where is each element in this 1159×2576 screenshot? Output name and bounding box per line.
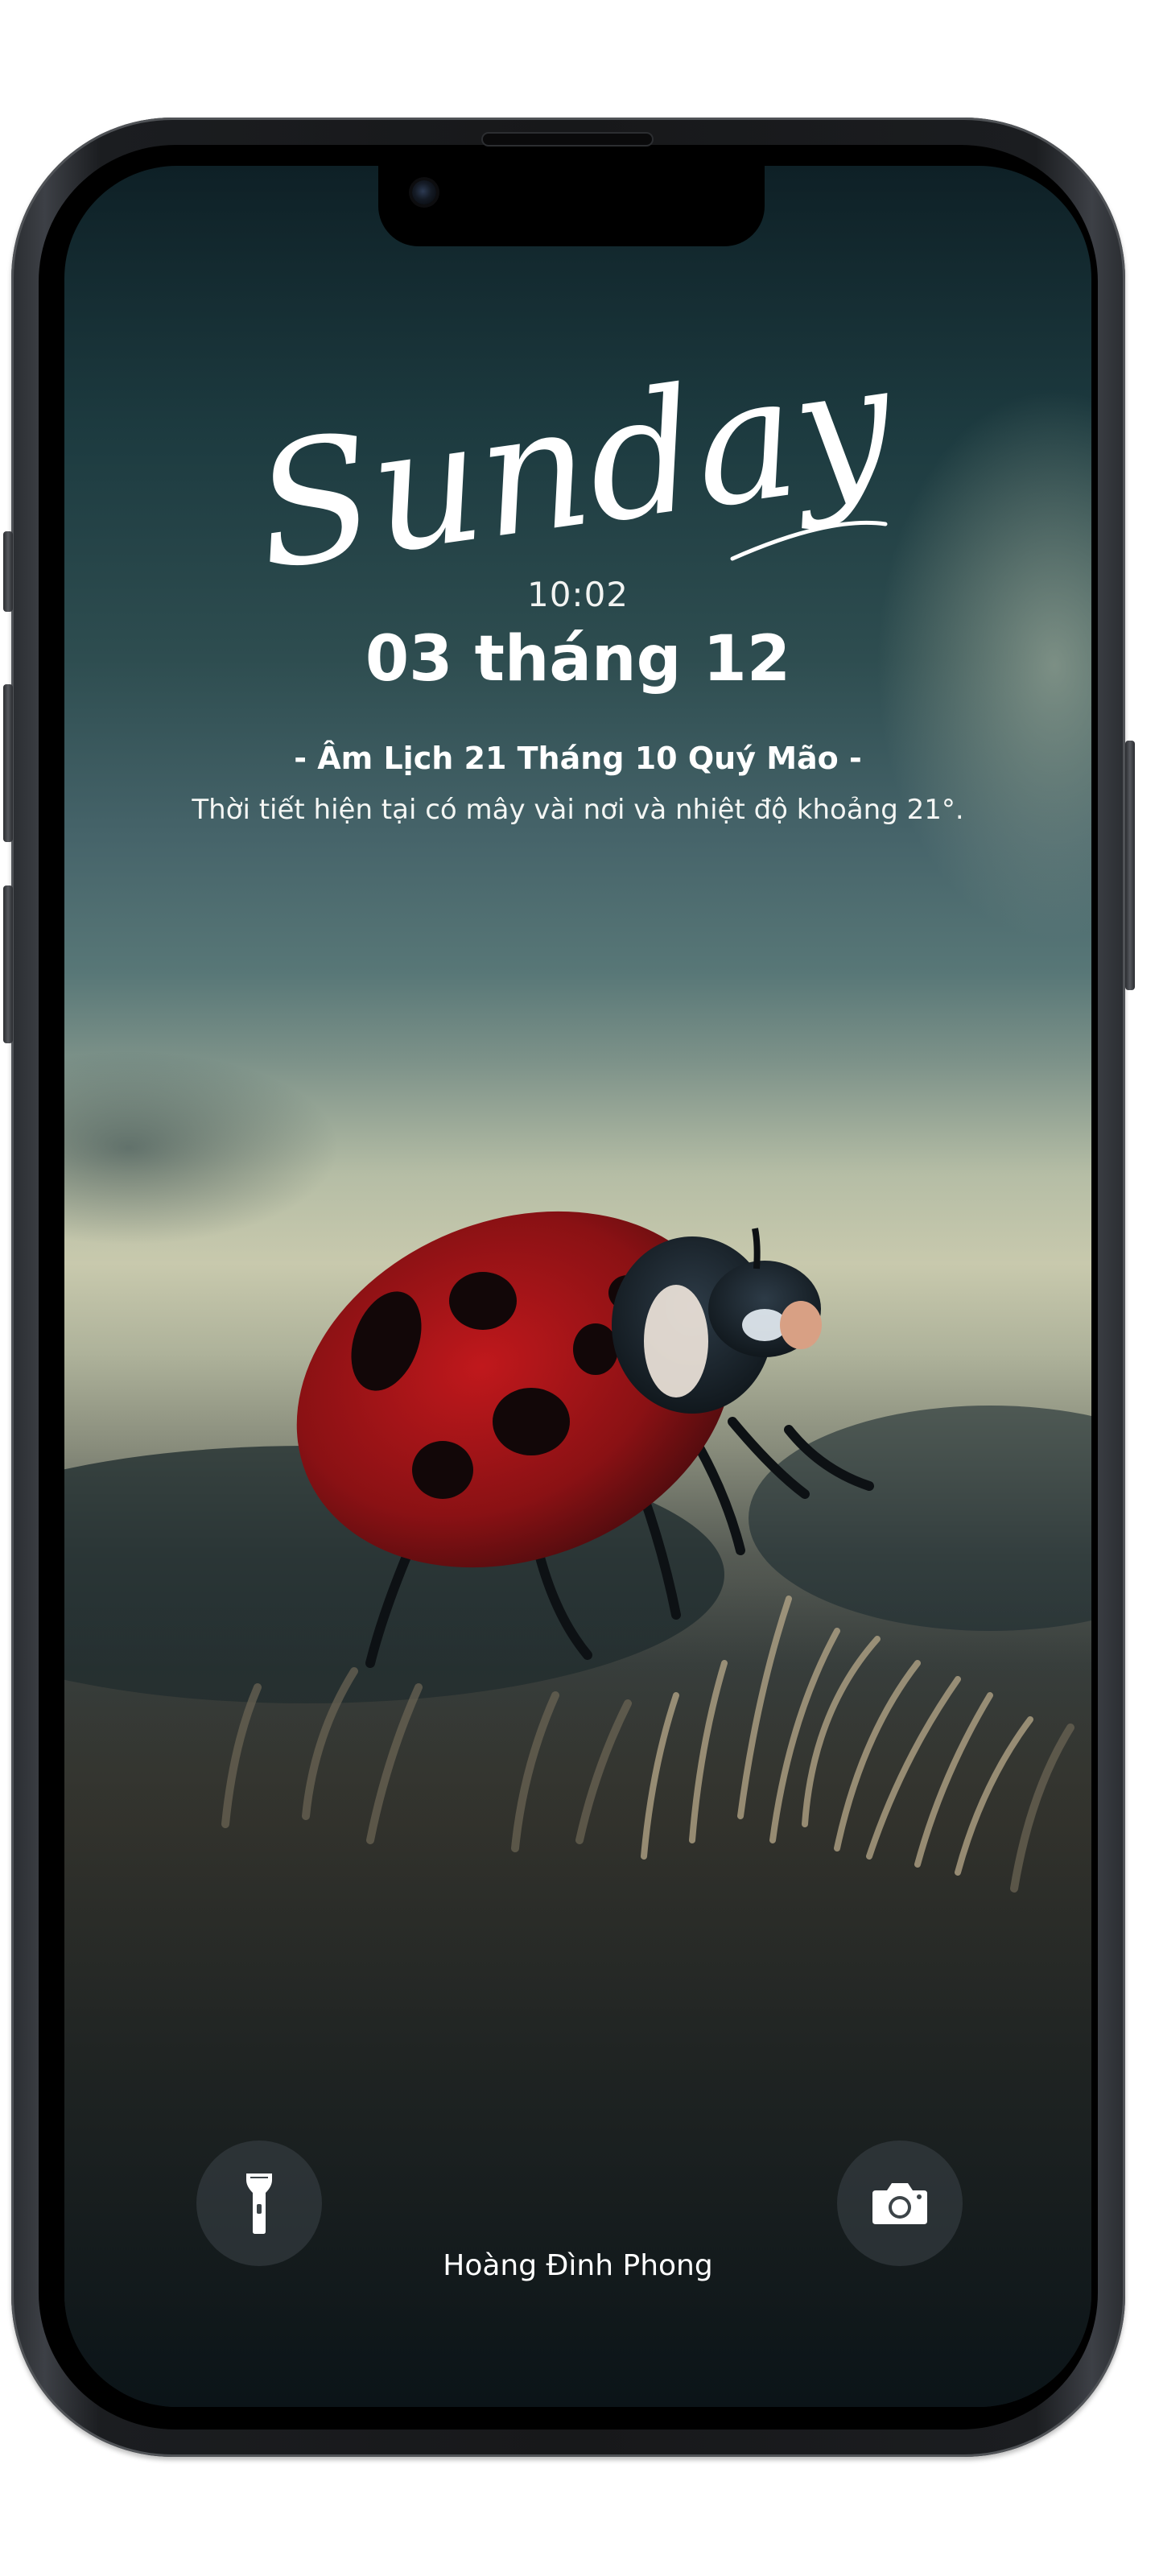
flashlight-icon [246, 2174, 272, 2234]
camera-icon [872, 2183, 927, 2224]
camera-button[interactable] [837, 2140, 963, 2266]
clock-time: 10:02 [526, 575, 629, 614]
camera-notch [378, 166, 765, 246]
owner-name: Hoàng Đình Phong [443, 2249, 713, 2282]
flashlight-button[interactable] [196, 2140, 322, 2266]
weather-summary: Thời tiết hiện tại có mây vài nơi và nhi… [192, 794, 964, 826]
date-label: 03 tháng 12 [365, 623, 791, 696]
weekday-script: Sunday [244, 324, 905, 592]
front-camera [412, 180, 436, 204]
weekday-label: Sunday [244, 324, 905, 592]
volume-down-button [3, 886, 13, 1043]
power-button [1125, 741, 1135, 990]
lock-screen: Sunday 10:02 03 tháng 12 - Âm Lịch 21 Th… [64, 166, 1091, 2407]
earpiece-speaker [483, 134, 652, 145]
action-button [3, 531, 13, 612]
lunar-date: - Âm Lịch 21 Tháng 10 Quý Mão - [294, 741, 862, 776]
volume-up-button [3, 684, 13, 842]
